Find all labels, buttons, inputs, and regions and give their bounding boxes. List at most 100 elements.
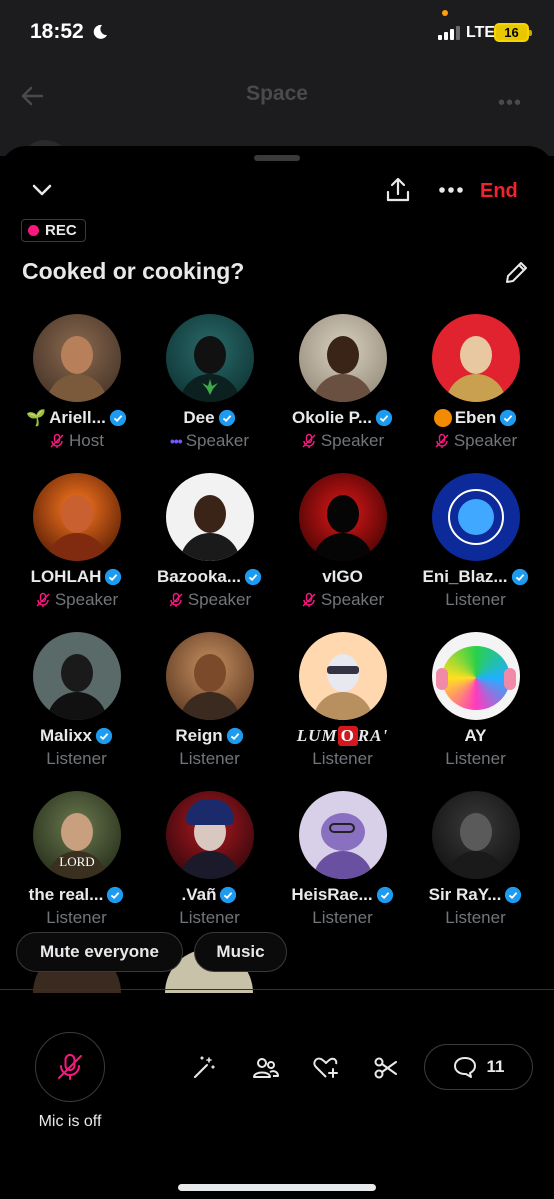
participant-role: Listener	[445, 908, 506, 927]
mic-off-icon	[58, 1054, 82, 1080]
end-button[interactable]: End	[480, 180, 518, 203]
verified-badge-icon	[244, 568, 262, 586]
participant[interactable]: Reign Listener	[143, 632, 276, 772]
avatar	[431, 791, 520, 879]
participant-role: Listener	[46, 749, 107, 768]
participant-name: Ariell...	[49, 408, 106, 427]
sheet-grabber[interactable]	[254, 155, 300, 161]
privacy-indicator	[442, 10, 448, 16]
heart-plus-icon[interactable]	[312, 1055, 340, 1081]
avatar	[298, 632, 387, 720]
signal-icon	[438, 26, 460, 40]
comments-button[interactable]: 11	[424, 1044, 533, 1090]
participant-name: the real...	[28, 885, 104, 904]
participant-name: Eni_Blaz...	[422, 567, 508, 586]
participant[interactable]: .Vañ Listener	[143, 791, 276, 931]
avatar	[165, 473, 254, 561]
orange-circle-emoji	[433, 409, 452, 427]
verified-badge-icon	[511, 568, 528, 586]
participant-name: vIGO	[322, 567, 363, 586]
mic-off-icon	[50, 433, 64, 448]
music-button[interactable]: Music	[194, 932, 287, 972]
avatar	[298, 791, 387, 879]
verified-badge-icon	[105, 568, 122, 586]
people-icon[interactable]	[252, 1055, 280, 1081]
participant[interactable]: Dee ••• Speaker	[143, 314, 276, 454]
participant-role: Listener	[179, 908, 240, 927]
participant[interactable]: Sir RaY... Listener	[409, 791, 542, 931]
share-icon[interactable]	[385, 176, 411, 204]
avatar	[165, 314, 254, 402]
participant[interactable]: Malixx Listener	[10, 632, 143, 772]
mic-off-icon	[302, 433, 316, 448]
edit-pencil-icon[interactable]	[503, 260, 529, 286]
verified-badge-icon	[500, 409, 517, 427]
verified-badge-icon	[226, 727, 243, 745]
avatar	[32, 632, 121, 720]
participant-role: Speaker	[185, 431, 250, 450]
background-header: Space •••	[0, 66, 554, 170]
participant[interactable]: LUM O RA' Listener	[276, 632, 409, 772]
participant[interactable]: HeisRae... Listener	[276, 791, 409, 931]
participant[interactable]: LOHLAH Speaker	[10, 473, 143, 613]
participant[interactable]: LORD the real... Listener	[10, 791, 143, 931]
participant-role: Speaker	[320, 590, 385, 609]
chevron-down-icon[interactable]	[30, 178, 54, 202]
mute-everyone-button[interactable]: Mute everyone	[16, 932, 183, 972]
participant-role: Speaker	[320, 431, 385, 450]
more-icon[interactable]	[438, 186, 464, 194]
scissors-icon[interactable]	[373, 1055, 399, 1081]
comment-icon	[453, 1057, 476, 1078]
participant-name: AY	[464, 726, 487, 745]
mic-off-icon	[435, 433, 449, 448]
logo-lettering: LORD	[59, 854, 94, 869]
participant-name: Dee	[183, 408, 215, 427]
home-indicator[interactable]	[178, 1184, 376, 1191]
background-title: Space	[246, 82, 308, 105]
verified-badge-icon	[376, 886, 393, 904]
participant-role: Listener	[312, 749, 373, 768]
verified-badge-icon	[95, 727, 113, 745]
mic-status-label: Mic is off	[38, 1113, 102, 1130]
participant[interactable]: AY Listener	[409, 632, 542, 772]
network-type: LTE	[466, 24, 496, 41]
speaking-dots-icon: •••	[169, 433, 183, 449]
participant-name: Malixx	[40, 726, 92, 745]
participant[interactable]: Okolie P... Speaker	[276, 314, 409, 454]
rec-label: REC	[45, 222, 77, 239]
rec-badge: REC	[21, 219, 86, 242]
moon-icon	[93, 24, 107, 39]
leaf-icon	[201, 379, 218, 395]
more-icon[interactable]: •••	[498, 92, 522, 115]
avatar	[431, 473, 520, 561]
status-bar: 18:52 LTE 16	[0, 0, 554, 66]
participant-role: Host	[69, 431, 104, 450]
verified-badge-icon	[220, 886, 237, 904]
avatar	[32, 473, 121, 561]
avatar	[32, 314, 121, 402]
avatar	[431, 632, 520, 720]
participant[interactable]: Eni_Blaz... Listener	[409, 473, 542, 613]
participant-name: HeisRae...	[291, 885, 373, 904]
participants-grid: 🌱 Ariell... Host Dee ••• Speaker Okolie …	[10, 314, 542, 931]
participant-name: Bazooka...	[156, 567, 242, 586]
participant-name: Reign	[175, 726, 223, 745]
avatar	[298, 314, 387, 402]
participant-role: Speaker	[54, 590, 119, 609]
participant[interactable]: Bazooka... Speaker	[143, 473, 276, 613]
participant[interactable]: 🌱 Ariell... Host	[10, 314, 143, 454]
avatar	[165, 791, 254, 879]
participant-name: LUM O RA'	[296, 726, 389, 746]
participant-role: Listener	[179, 749, 240, 768]
status-time: 18:52	[30, 20, 84, 43]
verified-badge-icon	[109, 409, 126, 427]
participant[interactable]: Eben Speaker	[409, 314, 542, 454]
participant-name: Eben	[454, 408, 497, 427]
participant-role: Listener	[46, 908, 107, 927]
verified-badge-icon	[107, 886, 124, 904]
participant[interactable]: vIGO Speaker	[276, 473, 409, 613]
mic-toggle-button[interactable]	[35, 1032, 105, 1102]
seedling-emoji: 🌱	[26, 410, 47, 427]
magic-wand-icon[interactable]	[191, 1055, 217, 1081]
space-sheet: End REC Cooked or cooking? 🌱 Ariell... H…	[0, 146, 554, 1199]
